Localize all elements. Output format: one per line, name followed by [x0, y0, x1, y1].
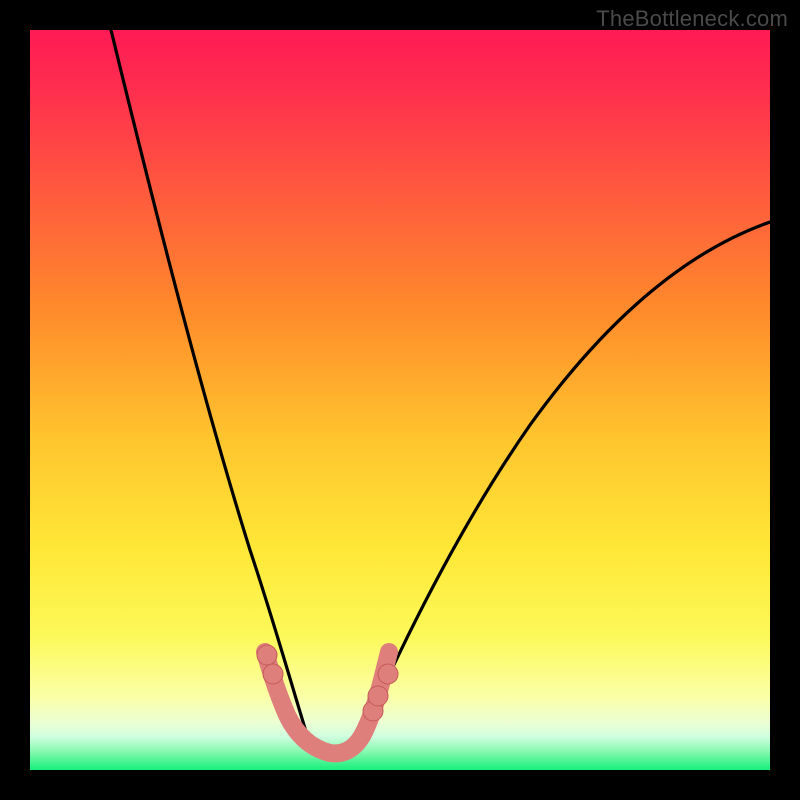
attribution-label: TheBottleneck.com	[596, 6, 788, 32]
curve-layer	[30, 30, 770, 770]
chart-frame: TheBottleneck.com	[0, 0, 800, 800]
bead-left-lower	[263, 664, 283, 684]
curve-left-branch	[111, 30, 311, 748]
plot-area	[30, 30, 770, 770]
bead-right-upper	[378, 664, 398, 684]
bead-left-upper	[257, 645, 277, 665]
bead-right-mid	[368, 686, 388, 706]
curve-right-branch	[356, 222, 770, 748]
